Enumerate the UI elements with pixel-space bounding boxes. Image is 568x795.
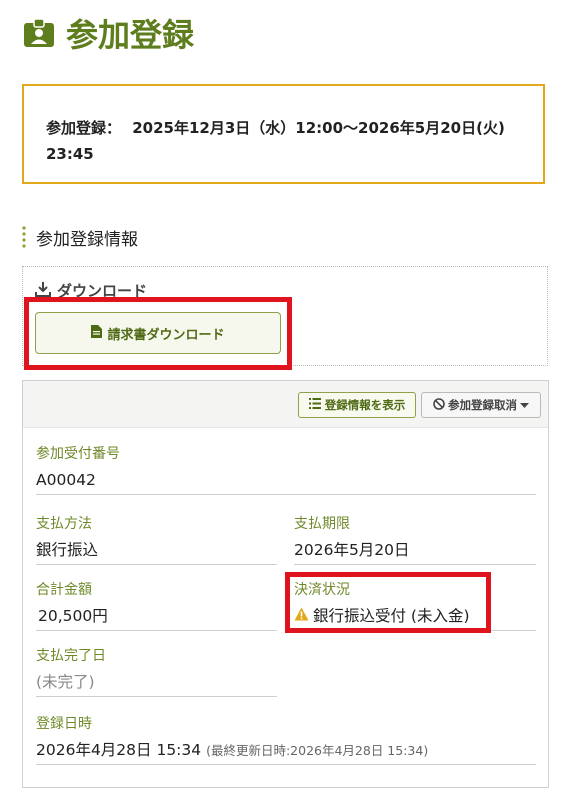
show-registration-info-button[interactable]: 登録情報を表示: [298, 392, 416, 418]
invoice-download-label: 請求書ダウンロード: [107, 327, 225, 343]
payment-deadline-label: 支払期限: [294, 516, 350, 532]
registration-period-value: 2025年12月3日（水）12:00〜2026年5月20日(火): [132, 119, 505, 137]
payment-deadline-field: 支払期限 2026年5月20日: [294, 515, 536, 565]
download-heading-text: ダウンロード: [57, 282, 148, 300]
cancel-registration-dropdown[interactable]: 参加登録取消: [421, 392, 541, 418]
reception-number-field: 参加受付番号 A00042: [36, 445, 536, 495]
invoice-download-button[interactable]: 請求書ダウンロード: [35, 312, 281, 354]
payment-method-label: 支払方法: [36, 516, 92, 532]
download-panel: ダウンロード 請求書ダウンロード: [22, 266, 548, 366]
file-icon: [91, 324, 103, 342]
section-heading: 参加登録情報: [22, 224, 138, 250]
payment-method-field: 支払方法 銀行振込: [36, 515, 277, 565]
show-registration-info-label: 登録情報を表示: [324, 398, 406, 412]
page-title: 参加登録: [22, 10, 194, 56]
divider: [294, 564, 536, 565]
settlement-status-row: 銀行振込受付 (未入金): [294, 606, 536, 626]
payment-completed-field: 支払完了日 (未完了): [36, 647, 277, 697]
settlement-status-value: 銀行振込受付 (未入金): [313, 607, 470, 625]
registration-datetime-value: 2026年4月28日 15:34: [36, 741, 202, 759]
payment-deadline-value: 2026年5月20日: [294, 541, 410, 559]
divider: [36, 564, 277, 565]
payment-method-value: 銀行振込: [36, 541, 99, 559]
registration-period-value-cont: 23:45: [46, 145, 94, 163]
card-header: 登録情報を表示 参加登録取消: [23, 381, 548, 428]
reception-number-label: 参加受付番号: [36, 446, 120, 462]
warning-icon: [294, 606, 309, 626]
total-amount-value: 20,500円: [38, 607, 108, 625]
section-heading-text: 参加登録情報: [36, 229, 138, 250]
download-heading: ダウンロード: [35, 280, 147, 301]
divider: [36, 630, 277, 631]
last-updated-text: (最終更新日時:2026年4月28日 15:34): [206, 743, 429, 758]
payment-completed-value: (未完了): [36, 673, 95, 691]
dots-decoration: [22, 225, 26, 249]
settlement-status-field: 決済状況 銀行振込受付 (未入金): [294, 581, 536, 631]
reception-number-value: A00042: [36, 471, 96, 489]
registration-datetime-field: 登録日時 2026年4月28日 15:34 (最終更新日時:2026年4月28日…: [36, 715, 536, 765]
registration-datetime-label: 登録日時: [36, 716, 92, 732]
download-icon: [35, 281, 51, 301]
badge-icon: [22, 17, 56, 49]
settlement-status-label: 決済状況: [294, 582, 350, 598]
divider: [36, 494, 536, 495]
registration-period-label: 参加登録：: [46, 119, 122, 137]
registration-period-box: 参加登録： 2025年12月3日（水）12:00〜2026年5月20日(火) 2…: [22, 84, 545, 184]
total-amount-field: 合計金額 20,500円: [36, 581, 277, 631]
caret-down-icon: [520, 398, 529, 412]
divider: [36, 696, 277, 697]
divider: [294, 630, 536, 631]
divider: [36, 764, 536, 765]
list-icon: [308, 398, 321, 412]
cancel-registration-label: 参加登録取消: [448, 398, 517, 412]
page-title-text: 参加登録: [66, 16, 195, 54]
total-amount-label: 合計金額: [36, 582, 92, 598]
registration-card: 登録情報を表示 参加登録取消 参加受付番号 A00042 支払方法 銀行振込 支…: [22, 380, 549, 788]
payment-completed-label: 支払完了日: [36, 648, 106, 664]
registration-datetime-row: 2026年4月28日 15:34 (最終更新日時:2026年4月28日 15:3…: [36, 740, 536, 761]
ban-icon: [433, 397, 445, 413]
